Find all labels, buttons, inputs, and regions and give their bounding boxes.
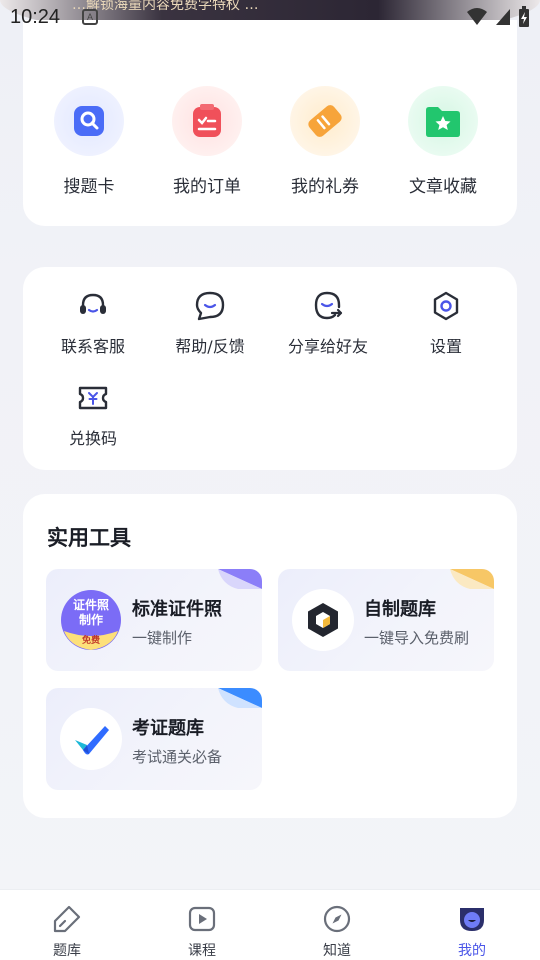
tool-id-photo[interactable]: 证件照 制作 免费 标准证件照 一键制作 — [46, 569, 262, 671]
id-photo-logo: 证件照 制作 免费 — [60, 589, 122, 651]
service-share[interactable]: 分享给好友 — [268, 289, 388, 357]
quick-item-search-card[interactable]: 搜题卡 — [34, 86, 144, 197]
wifi-icon — [467, 8, 487, 25]
search-card-icon — [54, 86, 124, 156]
tool-desc: 一键制作 — [132, 629, 193, 647]
tools-card: 实用工具 证件照 制作 免费 标准证件照 一键制作 自制题库 一键导入免费刷 考… — [23, 494, 517, 818]
quick-item-label: 文章收藏 — [409, 177, 477, 197]
service-label: 兑换码 — [68, 429, 117, 448]
redeem-ticket-icon — [76, 381, 110, 415]
id-photo-logo-line2: 制作 — [78, 613, 103, 627]
status-bar: 10:24 A — [0, 0, 540, 36]
tool-custom-bank[interactable]: 自制题库 一键导入免费刷 — [278, 569, 494, 671]
share-friend-icon — [311, 289, 345, 323]
quick-item-orders[interactable]: 我的订单 — [152, 86, 262, 197]
tool-desc: 考试通关必备 — [132, 748, 223, 766]
service-settings[interactable]: 设置 — [386, 289, 506, 357]
chat-bubble-icon — [193, 289, 227, 323]
service-contact[interactable]: 联系客服 — [33, 289, 153, 357]
quick-item-coupons[interactable]: 我的礼券 — [270, 86, 380, 197]
quick-item-label: 搜题卡 — [63, 177, 115, 197]
battery-icon — [519, 6, 529, 27]
tool-name: 考证题库 — [132, 718, 204, 739]
nav-tab-question-bank[interactable]: 题库 — [22, 902, 112, 960]
nav-label: 知道 — [323, 943, 351, 959]
notification-icon: A — [82, 9, 98, 25]
id-photo-free-badge: 免费 — [81, 636, 100, 646]
headset-icon — [76, 289, 110, 323]
quick-item-label: 我的订单 — [173, 177, 241, 197]
tool-corner-fold — [450, 569, 494, 589]
check-logo-icon — [60, 708, 122, 770]
tools-title: 实用工具 — [47, 526, 131, 550]
cube-logo-icon — [292, 589, 354, 651]
service-label: 设置 — [429, 337, 462, 356]
tool-name: 标准证件照 — [132, 599, 222, 620]
nav-label: 课程 — [188, 943, 216, 959]
folder-star-icon — [408, 86, 478, 156]
nav-tab-discover[interactable]: 知道 — [292, 902, 382, 960]
tool-desc: 一键导入免费刷 — [364, 629, 470, 647]
quick-item-label: 我的礼券 — [291, 177, 359, 197]
bottom-nav: 题库 课程 知道 我的 — [0, 889, 540, 960]
play-icon — [185, 902, 219, 936]
quick-item-favorites[interactable]: 文章收藏 — [388, 86, 498, 197]
status-time: 10:24 — [10, 6, 61, 28]
status-icons — [466, 6, 530, 28]
pencil-tag-icon — [50, 902, 84, 936]
hexagon-settings-icon — [429, 289, 463, 323]
service-redeem[interactable]: 兑换码 — [33, 381, 153, 449]
nav-tab-courses[interactable]: 课程 — [157, 902, 247, 960]
quick-actions-card: 搜题卡 我的订单 我的礼券 文章收藏 — [23, 20, 517, 226]
service-label: 帮助/反馈 — [175, 337, 245, 356]
tool-cert-bank[interactable]: 考证题库 考试通关必备 — [46, 688, 262, 790]
id-photo-logo-line1: 证件照 — [72, 598, 109, 612]
signal-icon — [496, 9, 510, 25]
tool-corner-fold — [218, 688, 262, 708]
coupon-icon — [290, 86, 360, 156]
compass-icon — [320, 902, 354, 936]
tool-corner-fold — [218, 569, 262, 589]
order-icon — [172, 86, 242, 156]
nav-label: 我的 — [458, 943, 486, 959]
service-help[interactable]: 帮助/反馈 — [150, 289, 270, 357]
profile-icon — [455, 902, 489, 936]
nav-label: 题库 — [53, 943, 81, 959]
services-card: 联系客服 帮助/反馈 分享给好友 设置 兑换码 — [23, 267, 517, 470]
nav-tab-profile[interactable]: 我的 — [427, 902, 517, 960]
tool-name: 自制题库 — [364, 599, 436, 620]
service-label: 分享给好友 — [287, 337, 368, 356]
service-label: 联系客服 — [60, 337, 125, 356]
